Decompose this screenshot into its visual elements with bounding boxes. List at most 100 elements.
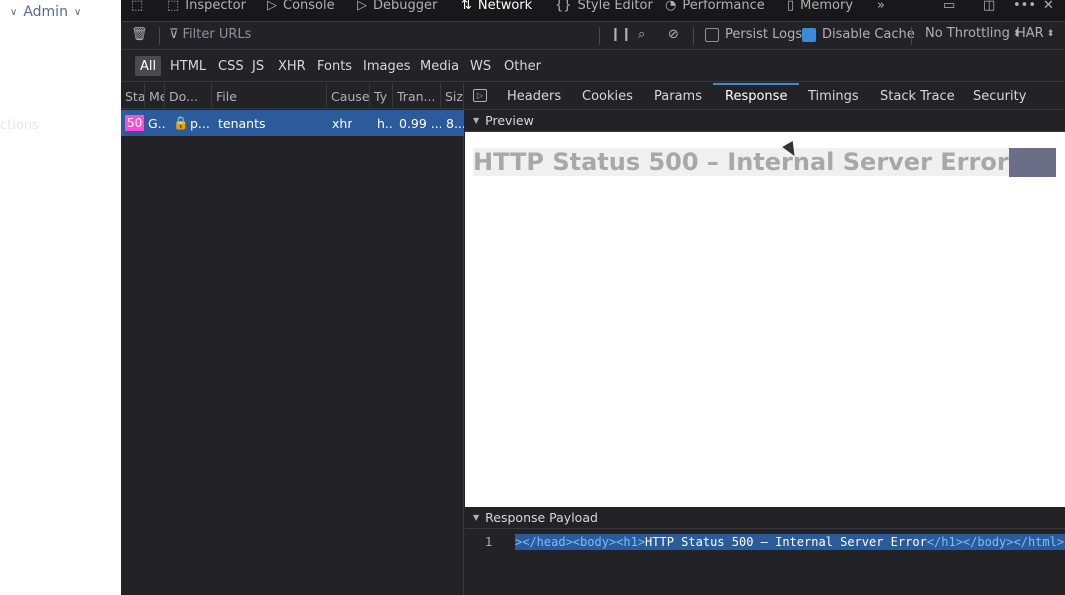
web-app-area: ∨ Admin ∨ ctions	[0, 0, 121, 595]
file-cell: tenants	[218, 115, 266, 131]
preview-heading: HTTP Status 500 – Internal Server Error	[473, 148, 1009, 176]
divider	[693, 27, 694, 45]
disable-cache-label: Disable Cache	[822, 27, 915, 42]
column-file[interactable]: File	[212, 83, 327, 109]
memory-icon: ▯	[787, 0, 795, 13]
search-icon: ⌕	[638, 27, 646, 42]
filter-js[interactable]: JS	[247, 56, 269, 76]
disable-cache-checkbox[interactable]: Disable Cache	[802, 27, 915, 42]
debugger-icon: ▷	[357, 0, 367, 13]
divider	[599, 27, 600, 45]
filter-images[interactable]: Images	[358, 56, 416, 76]
pause-button[interactable]: ❙❙	[610, 27, 632, 42]
tab-label: Style Editor	[577, 0, 653, 13]
tab-headers[interactable]: Headers	[507, 83, 561, 110]
updown-icon: ⬍	[1046, 28, 1055, 39]
tab-debugger[interactable]: ▷ Debugger	[357, 0, 437, 16]
double-chevron-right-icon: »	[877, 0, 885, 13]
tab-label: Network	[477, 0, 533, 13]
type-cell: h...	[377, 115, 393, 131]
filter-placeholder: Filter URLs	[182, 27, 252, 42]
tab-params[interactable]: Params	[654, 83, 702, 110]
response-payload-label: Response Payload	[485, 510, 598, 525]
request-list: Sta Me Do... File Cause Ty Tran... Siz 5…	[121, 83, 464, 595]
tab-response[interactable]: Response	[712, 83, 800, 110]
filter-css[interactable]: CSS	[213, 56, 249, 76]
admin-menu[interactable]: ∨ Admin ∨	[10, 4, 81, 20]
response-payload-header[interactable]: ▼ Response Payload	[465, 507, 1065, 529]
more-options-button[interactable]: •••	[1013, 0, 1036, 16]
console-icon: ▷	[267, 0, 277, 13]
tab-console[interactable]: ▷ Console	[267, 0, 335, 16]
tab-label: Memory	[800, 0, 854, 13]
close-icon: ✕	[1043, 0, 1054, 13]
tab-security[interactable]: Security	[973, 83, 1026, 110]
divider	[911, 27, 912, 45]
filter-urls-input[interactable]: ⊽ Filter URLs	[169, 27, 589, 42]
responsive-mode-button[interactable]: ▭	[943, 0, 955, 16]
devtools-tab-bar: ⬚ ⬚ Inspector ▷ Console ▷ Debugger ⇅ Net…	[121, 0, 1065, 22]
tab-label: Performance	[682, 0, 765, 13]
filter-other[interactable]: Other	[499, 56, 546, 76]
checkbox-box-checked	[802, 27, 816, 42]
filter-xhr[interactable]: XHR	[273, 56, 311, 76]
tab-performance[interactable]: ◔ Performance	[665, 0, 765, 16]
block-icon: ⊘	[668, 27, 679, 42]
more-tabs-button[interactable]: »	[877, 0, 885, 16]
column-cause[interactable]: Cause	[327, 83, 370, 109]
column-domain[interactable]: Do...	[165, 83, 212, 109]
toggle-sidebar-icon[interactable]: ▷	[473, 89, 487, 102]
tab-timings[interactable]: Timings	[808, 83, 859, 110]
tab-style-editor[interactable]: {} Style Editor	[555, 0, 653, 16]
tab-cookies[interactable]: Cookies	[582, 83, 633, 110]
persist-logs-checkbox[interactable]: Persist Logs	[705, 27, 802, 42]
line-number: 1	[485, 535, 493, 549]
tab-inspector[interactable]: ⬚ Inspector	[167, 0, 246, 16]
admin-label: Admin	[23, 4, 68, 20]
column-transferred[interactable]: Tran...	[393, 83, 441, 109]
tab-memory[interactable]: ▯ Memory	[787, 0, 853, 16]
tab-stack-trace[interactable]: Stack Trace	[880, 83, 955, 110]
pause-icon: ❙❙	[610, 27, 632, 42]
filter-all[interactable]: All	[135, 56, 162, 76]
code-line: ></head><body><h1>HTTP Status 500 – Inte…	[515, 534, 1065, 550]
request-list-header: Sta Me Do... File Cause Ty Tran... Siz	[121, 83, 464, 109]
request-details-panel: ▷ Headers Cookies Params Response Timing…	[465, 83, 1065, 595]
tab-network[interactable]: ⇅ Network	[461, 0, 532, 16]
element-picker-button[interactable]: ⬚	[131, 0, 143, 16]
close-devtools-button[interactable]: ✕	[1043, 0, 1054, 16]
preview-section-header[interactable]: ▼ Preview	[465, 110, 1065, 132]
ellipsis-icon: •••	[1013, 0, 1037, 13]
column-size[interactable]: Siz	[441, 83, 464, 109]
filter-media[interactable]: Media	[415, 56, 464, 76]
filter-html[interactable]: HTML	[165, 56, 211, 76]
har-label: HAR	[1016, 26, 1044, 41]
network-toolbar: 🗑 ⊽ Filter URLs ❙❙ ⌕ ⊘ Persist Logs Disa…	[121, 22, 1065, 50]
cause-cell: xhr	[332, 115, 353, 131]
faded-sidebar-text: ctions	[0, 118, 39, 133]
responsive-icon: ▭	[943, 0, 956, 13]
lock-icon: 🔒	[173, 115, 189, 130]
response-preview: HTTP Status 500 – Internal Server Error	[465, 132, 1065, 506]
block-requests-button[interactable]: ⊘	[668, 27, 679, 42]
column-method[interactable]: Me	[145, 83, 165, 109]
filter-fonts[interactable]: Fonts	[312, 56, 357, 76]
checkbox-box	[705, 27, 719, 42]
size-cell: 8...	[446, 115, 464, 131]
clear-log-button[interactable]: 🗑	[131, 27, 148, 42]
domain-cell: p...	[190, 115, 210, 131]
filter-icon: ⊽	[169, 27, 179, 42]
persist-logs-label: Persist Logs	[725, 27, 803, 42]
search-button[interactable]: ⌕	[638, 27, 645, 42]
filter-ws[interactable]: WS	[465, 56, 496, 76]
column-status[interactable]: Sta	[121, 83, 145, 109]
har-menu[interactable]: HAR ⬍	[1016, 26, 1054, 41]
table-row[interactable]: 50 G... 🔒 p... tenants xhr h... 0.99 ...…	[121, 110, 464, 136]
style-editor-icon: {}	[555, 0, 572, 13]
dock-side-button[interactable]: ◫	[983, 0, 995, 16]
column-type[interactable]: Ty	[370, 83, 393, 109]
response-payload-editor[interactable]: 1 ></head><body><h1>HTTP Status 500 – In…	[465, 529, 1065, 595]
status-badge: 50	[125, 115, 145, 131]
element-picker-icon: ⬚	[131, 0, 144, 13]
throttling-select[interactable]: No Throttling ⬍	[925, 26, 1020, 41]
